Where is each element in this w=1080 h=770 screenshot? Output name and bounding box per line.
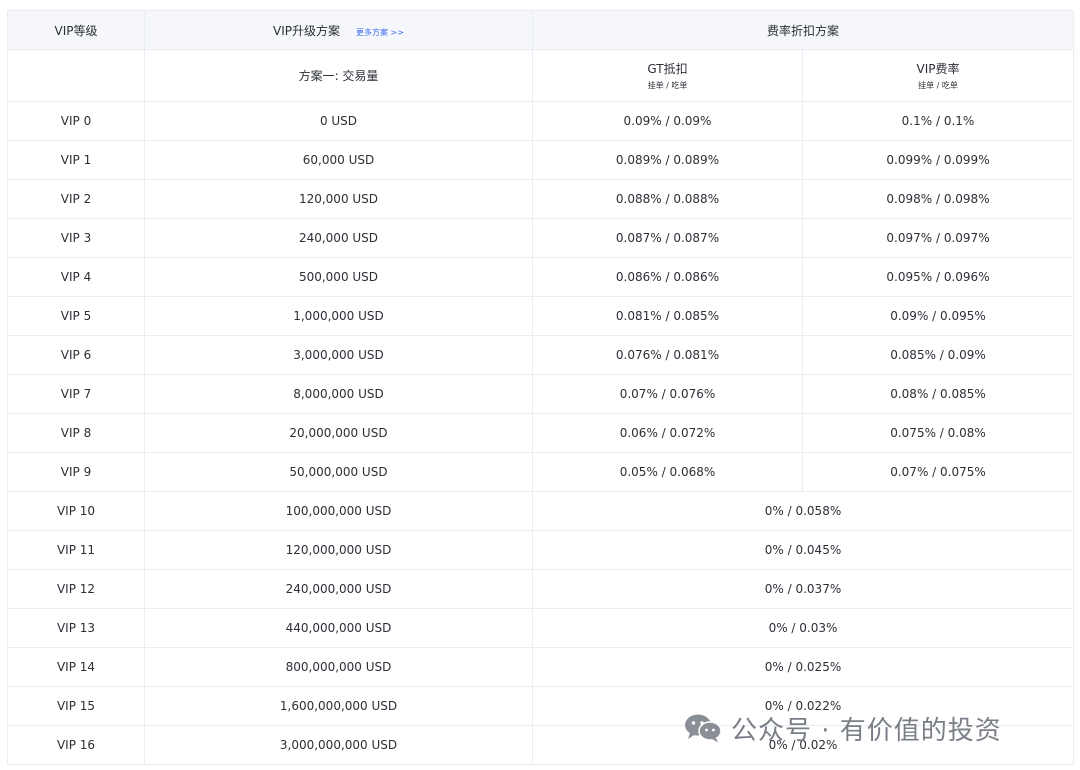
vip-level-cell: VIP 1 (7, 140, 145, 180)
vip-rate-cell: 0.095% / 0.096% (801, 257, 1075, 297)
vip-fee-table-container: VIP等级 VIP升级方案 更多方案 >> 费率折扣方案 方案一: 交易量 GT抵… (7, 10, 1075, 765)
header-fee-discount-plan: 费率折扣方案 (531, 10, 1075, 50)
vip-rate-cell: 0.085% / 0.09% (801, 335, 1075, 375)
gt-deduction-title: GT抵扣 (647, 62, 688, 76)
vip-level-cell: VIP 14 (7, 647, 145, 687)
vip-rate-cell: 0.098% / 0.098% (801, 179, 1075, 219)
vip-rate-cell: 0.08% / 0.085% (801, 374, 1075, 414)
volume-cell: 120,000 USD (144, 179, 533, 219)
gt-rate-cell: 0.088% / 0.088% (532, 179, 803, 219)
vip-level-cell: VIP 15 (7, 686, 145, 726)
table-row: VIP 3 240,000 USD 0.087% / 0.087% 0.097%… (7, 218, 1075, 258)
vip-level-cell: VIP 6 (7, 335, 145, 375)
table-row: VIP 6 3,000,000 USD 0.076% / 0.081% 0.08… (7, 335, 1075, 375)
vip-rate-cell: 0.075% / 0.08% (801, 413, 1075, 453)
volume-cell: 3,000,000,000 USD (144, 725, 533, 765)
subheader-plan-volume: 方案一: 交易量 (144, 49, 533, 102)
vip-level-cell: VIP 3 (7, 218, 145, 258)
wechat-watermark: 公众号 · 有价值的投资 (683, 706, 1002, 750)
vip-level-cell: VIP 7 (7, 374, 145, 414)
gt-rate-cell: 0.06% / 0.072% (532, 413, 803, 453)
vip-rate-subtitle: 挂单 / 吃单 (918, 81, 958, 90)
vip-level-cell: VIP 4 (7, 257, 145, 297)
volume-cell: 120,000,000 USD (144, 530, 533, 570)
table-row: VIP 4 500,000 USD 0.086% / 0.086% 0.095%… (7, 257, 1075, 297)
vip-level-cell: VIP 0 (7, 101, 145, 141)
volume-cell: 240,000,000 USD (144, 569, 533, 609)
table-row: VIP 12 240,000,000 USD 0% / 0.037% (7, 569, 1075, 609)
volume-cell: 1,000,000 USD (144, 296, 533, 336)
vip-rate-cell: 0.097% / 0.097% (801, 218, 1075, 258)
table-row: VIP 8 20,000,000 USD 0.06% / 0.072% 0.07… (7, 413, 1075, 453)
volume-cell: 8,000,000 USD (144, 374, 533, 414)
vip-rate-cell: 0.1% / 0.1% (801, 101, 1075, 141)
gt-rate-cell: 0.07% / 0.076% (532, 374, 803, 414)
vip-level-cell: VIP 5 (7, 296, 145, 336)
volume-cell: 500,000 USD (144, 257, 533, 297)
merged-rate-cell: 0% / 0.037% (531, 569, 1075, 609)
table-row: VIP 7 8,000,000 USD 0.07% / 0.076% 0.08%… (7, 374, 1075, 414)
watermark-text: 公众号 · 有价值的投资 (731, 715, 1002, 746)
volume-cell: 440,000,000 USD (144, 608, 533, 648)
volume-cell: 240,000 USD (144, 218, 533, 258)
header-upgrade-plan: VIP升级方案 更多方案 >> (144, 10, 533, 50)
table-row: VIP 9 50,000,000 USD 0.05% / 0.068% 0.07… (7, 452, 1075, 492)
table-row: VIP 5 1,000,000 USD 0.081% / 0.085% 0.09… (7, 296, 1075, 336)
vip-level-cell: VIP 8 (7, 413, 145, 453)
vip-level-cell: VIP 12 (7, 569, 145, 609)
gt-deduction-subtitle: 挂单 / 吃单 (647, 81, 688, 90)
vip-level-cell: VIP 11 (7, 530, 145, 570)
vip-rate-title: VIP费率 (916, 62, 960, 76)
header-upgrade-plan-label: VIP升级方案 (273, 23, 341, 38)
table-row: VIP 10 100,000,000 USD 0% / 0.058% (7, 491, 1075, 531)
volume-cell: 1,600,000,000 USD (144, 686, 533, 726)
merged-rate-cell: 0% / 0.045% (531, 530, 1075, 570)
vip-level-cell: VIP 2 (7, 179, 145, 219)
subheader-gt-deduction: GT抵扣 挂单 / 吃单 (532, 49, 803, 102)
table-row: VIP 0 0 USD 0.09% / 0.09% 0.1% / 0.1% (7, 101, 1075, 141)
volume-cell: 0 USD (144, 101, 533, 141)
gt-rate-cell: 0.05% / 0.068% (532, 452, 803, 492)
table-row: VIP 1 60,000 USD 0.089% / 0.089% 0.099% … (7, 140, 1075, 180)
volume-cell: 3,000,000 USD (144, 335, 533, 375)
merged-rate-cell: 0% / 0.058% (531, 491, 1075, 531)
gt-rate-cell: 0.086% / 0.086% (532, 257, 803, 297)
more-plans-link[interactable]: 更多方案 >> (356, 28, 404, 37)
vip-rate-cell: 0.09% / 0.095% (801, 296, 1075, 336)
vip-level-cell: VIP 10 (7, 491, 145, 531)
table-row: VIP 14 800,000,000 USD 0% / 0.025% (7, 647, 1075, 687)
table-row: VIP 2 120,000 USD 0.088% / 0.088% 0.098%… (7, 179, 1075, 219)
gt-rate-cell: 0.087% / 0.087% (532, 218, 803, 258)
subheader-empty-cell (7, 49, 145, 102)
gt-rate-cell: 0.089% / 0.089% (532, 140, 803, 180)
volume-cell: 60,000 USD (144, 140, 533, 180)
vip-level-cell: VIP 13 (7, 608, 145, 648)
subheader-vip-rate: VIP费率 挂单 / 吃单 (801, 49, 1075, 102)
table-subheader-row: 方案一: 交易量 GT抵扣 挂单 / 吃单 VIP费率 挂单 / 吃单 (7, 49, 1075, 102)
header-vip-level: VIP等级 (7, 10, 145, 50)
table-row: VIP 13 440,000,000 USD 0% / 0.03% (7, 608, 1075, 648)
vip-level-cell: VIP 9 (7, 452, 145, 492)
vip-rate-cell: 0.07% / 0.075% (801, 452, 1075, 492)
gt-rate-cell: 0.076% / 0.081% (532, 335, 803, 375)
volume-cell: 800,000,000 USD (144, 647, 533, 687)
wechat-icon (685, 714, 722, 743)
gt-rate-cell: 0.09% / 0.09% (532, 101, 803, 141)
table-row: VIP 11 120,000,000 USD 0% / 0.045% (7, 530, 1075, 570)
merged-rate-cell: 0% / 0.03% (531, 608, 1075, 648)
volume-cell: 50,000,000 USD (144, 452, 533, 492)
table-header-row: VIP等级 VIP升级方案 更多方案 >> 费率折扣方案 (7, 10, 1075, 50)
vip-level-cell: VIP 16 (7, 725, 145, 765)
volume-cell: 20,000,000 USD (144, 413, 533, 453)
merged-rate-cell: 0% / 0.025% (531, 647, 1075, 687)
gt-rate-cell: 0.081% / 0.085% (532, 296, 803, 336)
volume-cell: 100,000,000 USD (144, 491, 533, 531)
vip-rate-cell: 0.099% / 0.099% (801, 140, 1075, 180)
vip-fee-table: VIP等级 VIP升级方案 更多方案 >> 费率折扣方案 方案一: 交易量 GT抵… (7, 10, 1075, 765)
